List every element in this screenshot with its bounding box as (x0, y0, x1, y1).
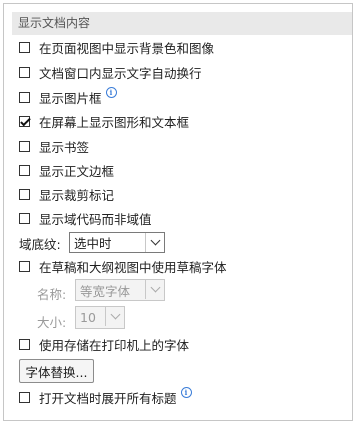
option-label: 显示裁剪标记 (39, 187, 115, 203)
checkbox[interactable] (19, 140, 30, 152)
option-label: 在屏幕上显示图形和文本框 (39, 114, 190, 130)
checkbox[interactable] (19, 164, 30, 176)
option-label: 显示正文边框 (39, 163, 115, 179)
option-draft-font[interactable]: 在草稿和大纲视图中使用草稿字体 (19, 257, 227, 275)
checkbox[interactable] (19, 391, 30, 403)
option-label: 使用存储在打印机上的字体 (39, 337, 190, 353)
option-label: 在页面视图中显示背景色和图像 (39, 40, 215, 56)
field-shading-value: 选中时 (74, 236, 112, 251)
option-label: 打开文档时展开所有标题 (39, 390, 177, 406)
section-header: 显示文档内容 (12, 12, 352, 35)
font-name-label: 名称: (37, 287, 67, 302)
checkbox[interactable] (19, 41, 30, 53)
field-shading-select[interactable]: 选中时 (69, 232, 165, 253)
chevron-down-icon (105, 307, 124, 326)
checkbox-checked[interactable] (19, 115, 30, 127)
option-show-background[interactable]: 在页面视图中显示背景色和图像 (19, 38, 214, 56)
option-crop-marks[interactable]: 显示裁剪标记 (19, 185, 114, 203)
checkbox[interactable] (19, 260, 30, 272)
option-label: 显示书签 (39, 139, 90, 155)
checkbox[interactable] (19, 212, 30, 224)
checkbox[interactable] (19, 66, 30, 78)
font-size-value: 10 (80, 310, 96, 325)
option-label: 显示域代码而非域值 (39, 211, 152, 227)
chevron-down-icon (145, 280, 164, 299)
option-picture-placeholders[interactable]: 显示图片框 i (19, 86, 117, 106)
info-icon[interactable]: i (180, 386, 192, 398)
option-printer-fonts[interactable]: 使用存储在打印机上的字体 (19, 335, 189, 353)
font-size-select[interactable]: 10 (75, 306, 125, 329)
option-wrap-text[interactable]: 文档窗口内显示文字自动换行 (19, 63, 202, 81)
option-field-codes[interactable]: 显示域代码而非域值 (19, 209, 152, 227)
option-text-boundaries[interactable]: 显示正文边框 (19, 161, 114, 179)
font-name-select[interactable]: 等宽字体 (75, 279, 165, 301)
font-substitution-button[interactable]: 字体替换... (19, 359, 94, 383)
checkbox[interactable] (19, 338, 30, 350)
checkbox[interactable] (19, 188, 30, 200)
option-label: 显示图片框 (39, 90, 102, 106)
option-show-drawings[interactable]: 在屏幕上显示图形和文本框 (19, 112, 189, 130)
chevron-down-icon[interactable] (145, 233, 164, 252)
option-expand-headings[interactable]: 打开文档时展开所有标题 i (19, 386, 192, 406)
option-show-bookmarks[interactable]: 显示书签 (19, 137, 89, 155)
info-icon[interactable]: i (105, 86, 117, 98)
font-size-label: 大小: (37, 315, 67, 330)
option-label: 文档窗口内显示文字自动换行 (39, 65, 202, 81)
font-name-value: 等宽字体 (80, 283, 131, 299)
checkbox[interactable] (19, 91, 30, 103)
option-label: 在草稿和大纲视图中使用草稿字体 (39, 259, 227, 275)
field-shading-label: 域底纹: (19, 236, 61, 252)
